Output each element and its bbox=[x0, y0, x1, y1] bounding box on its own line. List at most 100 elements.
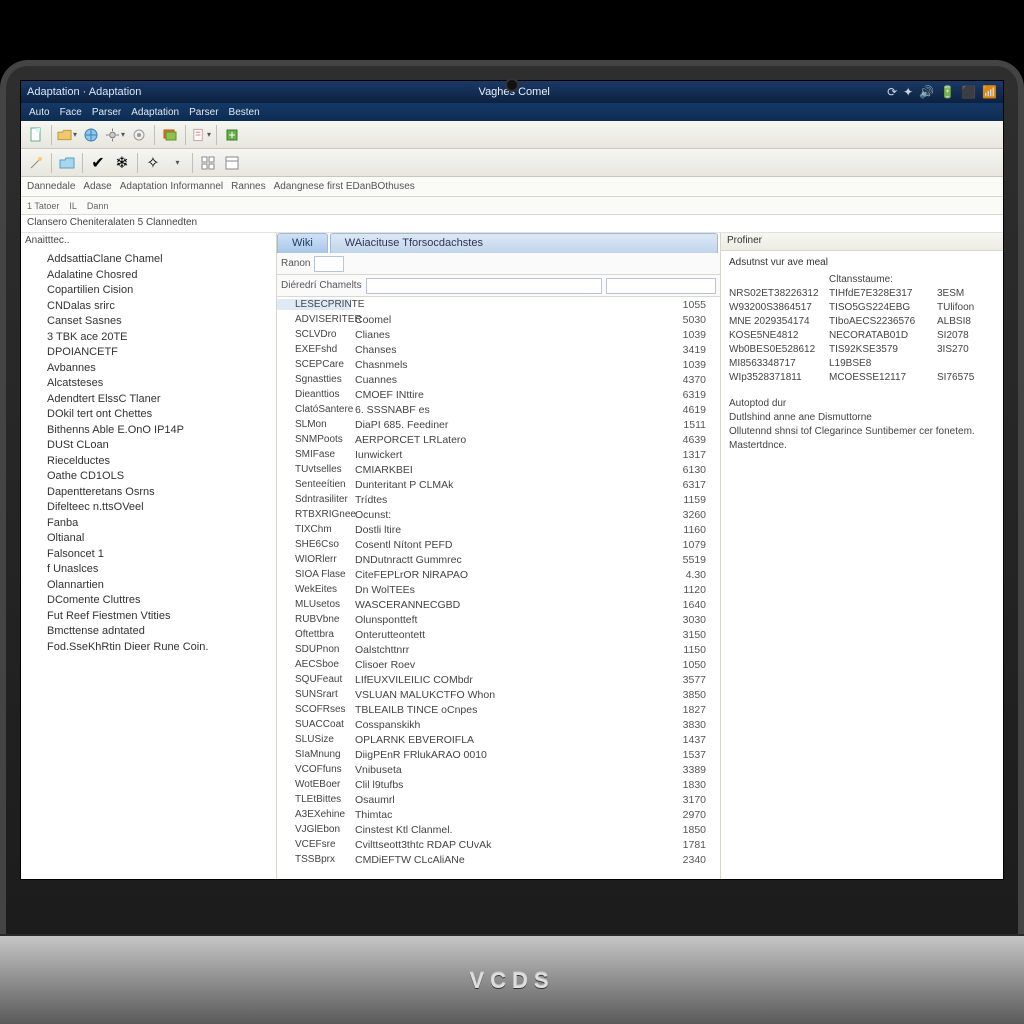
table-row[interactable]: AECSboeClisoer Roev1050 bbox=[277, 657, 720, 672]
table-row[interactable]: SdntrasiliterTrídtes1159 bbox=[277, 492, 720, 507]
export-icon[interactable] bbox=[221, 124, 243, 146]
dropdown-icon[interactable]: ▾ bbox=[166, 152, 188, 174]
table-row[interactable]: SLMonDiaPI 685. Feediner1511 bbox=[277, 417, 720, 432]
tree-item[interactable]: DComente Cluttres bbox=[47, 593, 268, 609]
table-row[interactable]: OftettbraOnterutteontett3150 bbox=[277, 627, 720, 642]
table-row[interactable]: DieanttiosCMOEF INttire6319 bbox=[277, 387, 720, 402]
table-row[interactable]: EXEFshdChanses3419 bbox=[277, 342, 720, 357]
table-row[interactable]: SMIFaseIunwickert1317 bbox=[277, 447, 720, 462]
tree-item[interactable]: Fut Reef Fiestmen Vtities bbox=[47, 609, 268, 625]
tree-item[interactable]: Avbannes bbox=[47, 361, 268, 377]
table-row[interactable]: ADVISERITERCoomel5030 bbox=[277, 312, 720, 327]
search-input[interactable] bbox=[366, 278, 602, 294]
wizard-icon[interactable] bbox=[25, 152, 47, 174]
snow-icon[interactable]: ❄ bbox=[111, 152, 133, 174]
table-row[interactable]: WIORlerrDNDutnractt Gummrec5519 bbox=[277, 552, 720, 567]
tray-icon[interactable]: 🔊 bbox=[919, 85, 934, 99]
table-row[interactable]: TIXChmDostli ltire1160 bbox=[277, 522, 720, 537]
document-icon[interactable]: ▾ bbox=[190, 124, 212, 146]
tree-item[interactable]: 3 TBK ace 20TE bbox=[47, 330, 268, 346]
tree-item[interactable]: AddsattiaClane Chamel bbox=[47, 252, 268, 268]
table-row[interactable]: SCLVDroClianes1039 bbox=[277, 327, 720, 342]
table-row[interactable]: SCOFRsesTBLEAILB TINCE oCnpes1827 bbox=[277, 702, 720, 717]
table-row[interactable]: SIaMnungDiigPEnR FRlukARAO 00101537 bbox=[277, 747, 720, 762]
table-row[interactable]: SDUPnonOalstchttnrr1150 bbox=[277, 642, 720, 657]
table-row[interactable]: SNMPootsAERPORCET LRLatero4639 bbox=[277, 432, 720, 447]
grid-icon[interactable] bbox=[197, 152, 219, 174]
menu-item[interactable]: Auto bbox=[29, 107, 50, 118]
tray-icon[interactable]: 🔋 bbox=[940, 85, 955, 99]
globe-icon[interactable] bbox=[80, 124, 102, 146]
table-row[interactable]: TLEtBittesOsaumrl3170 bbox=[277, 792, 720, 807]
subtab[interactable]: Rannes bbox=[231, 181, 265, 192]
tree-item[interactable]: Fanba bbox=[47, 516, 268, 532]
subtab[interactable]: 1 Tatoer bbox=[27, 201, 59, 211]
tray-icon[interactable]: 📶 bbox=[982, 85, 997, 99]
new-file-icon[interactable] bbox=[25, 124, 47, 146]
tree-item[interactable]: Falsoncet 1 bbox=[47, 547, 268, 563]
tree-item[interactable]: CNDalas srirc bbox=[47, 299, 268, 315]
table-row[interactable]: TUvtsellesCMIARKBEI6130 bbox=[277, 462, 720, 477]
folder-icon[interactable] bbox=[56, 152, 78, 174]
subtab[interactable]: Dann bbox=[87, 201, 109, 211]
table-row[interactable]: TSSBprxCMDiEFTW CLcAliANe2340 bbox=[277, 852, 720, 867]
subtab[interactable]: Adase bbox=[83, 181, 111, 192]
tab-secondary[interactable]: WAiacituse Tforsocdachstes bbox=[330, 233, 718, 253]
tab-wiki[interactable]: Wiki bbox=[277, 233, 328, 253]
tree-item[interactable]: Canset Sasnes bbox=[47, 314, 268, 330]
menu-item[interactable]: Adaptation bbox=[131, 107, 179, 118]
menu-item[interactable]: Parser bbox=[189, 107, 218, 118]
subtab[interactable]: IL bbox=[69, 201, 77, 211]
tree-item[interactable]: Difelteec n.ttsOVeel bbox=[47, 500, 268, 516]
tree-item[interactable]: DPOIANCETF bbox=[47, 345, 268, 361]
tray-icon[interactable]: ⟳ bbox=[887, 85, 897, 99]
tree-item[interactable]: Bithenns Able E.OnO IP14P bbox=[47, 423, 268, 439]
table-row[interactable]: WotEBoerClil l9tufbs1830 bbox=[277, 777, 720, 792]
table-row[interactable]: SQUFeautLIfEUXVILEILIC COMbdr3577 bbox=[277, 672, 720, 687]
tree-item[interactable]: DUSt CLoan bbox=[47, 438, 268, 454]
tree-item[interactable]: Oathe CD1OLS bbox=[47, 469, 268, 485]
subtab[interactable]: Dannedale bbox=[27, 181, 75, 192]
sparkle-icon[interactable]: ✧ bbox=[142, 152, 164, 174]
table-row[interactable]: SUACCoatCosspanskikh3830 bbox=[277, 717, 720, 732]
table-row[interactable]: SHE6CsoCosentl Nítont PEFD1079 bbox=[277, 537, 720, 552]
table-row[interactable]: SUNSrartVSLUAN MALUKCTFO Whon3850 bbox=[277, 687, 720, 702]
tree-item[interactable]: DOkil tert ont Chettes bbox=[47, 407, 268, 423]
tree-item[interactable]: Adalatine Chosred bbox=[47, 268, 268, 284]
tree-item[interactable]: Riecelductes bbox=[47, 454, 268, 470]
tree-item[interactable]: Adendtert ElssC Tlaner bbox=[47, 392, 268, 408]
table-row[interactable]: RUBVbneOlunspontteft3030 bbox=[277, 612, 720, 627]
tree-item[interactable]: f Unaslces bbox=[47, 562, 268, 578]
tree-item[interactable]: Olannartien bbox=[47, 578, 268, 594]
open-icon[interactable]: ▾ bbox=[56, 124, 78, 146]
tree-item[interactable]: Dapentteretans Osrns bbox=[47, 485, 268, 501]
tree-item[interactable]: Fod.SseKhRtin Dieer Rune Coin. bbox=[47, 640, 268, 656]
table-row[interactable]: RTBXRIGneeOcunst:3260 bbox=[277, 507, 720, 522]
table-row[interactable]: VCEFsreCvilttseott3thtc RDAP CUvAk1781 bbox=[277, 837, 720, 852]
table-row[interactable]: SenteeítienDunteritant P CLMAk6317 bbox=[277, 477, 720, 492]
menu-item[interactable]: Besten bbox=[229, 107, 260, 118]
tray-icon[interactable]: ⬛ bbox=[961, 85, 976, 99]
table-row[interactable]: VCOFfunsVnibuseta3389 bbox=[277, 762, 720, 777]
tree-item[interactable]: Oltianal bbox=[47, 531, 268, 547]
table-row[interactable]: A3EXehineThimtac2970 bbox=[277, 807, 720, 822]
tree-item[interactable]: Copartilien Cision bbox=[47, 283, 268, 299]
table-row[interactable]: SIOA FlaseCiteFEPLrOR NlRAPAO4.30 bbox=[277, 567, 720, 582]
check-icon[interactable]: ✔ bbox=[87, 152, 109, 174]
menu-item[interactable]: Face bbox=[60, 107, 82, 118]
table-row[interactable]: SLUSizeOPLARNK EBVEROIFLA1437 bbox=[277, 732, 720, 747]
layout-icon[interactable] bbox=[221, 152, 243, 174]
filter-input-small[interactable] bbox=[314, 256, 344, 272]
table-row[interactable]: LESECPRINTE1055 bbox=[277, 297, 720, 312]
table-row[interactable]: ClatóSantere6. SSSNABF es4619 bbox=[277, 402, 720, 417]
table-row[interactable]: WekEitesDn WolTEEs1120 bbox=[277, 582, 720, 597]
table-row[interactable]: SCEPCareChasnmels1039 bbox=[277, 357, 720, 372]
tray-icon[interactable]: ✦ bbox=[903, 85, 913, 99]
table-row[interactable]: SgnasttiesCuannes4370 bbox=[277, 372, 720, 387]
table-row[interactable]: VJGlEbonCinstest Ktl Clanmel.1850 bbox=[277, 822, 720, 837]
stack-icon[interactable] bbox=[159, 124, 181, 146]
filter-input-2[interactable] bbox=[606, 278, 716, 294]
settings-icon[interactable] bbox=[128, 124, 150, 146]
menu-item[interactable]: Parser bbox=[92, 107, 121, 118]
subtab[interactable]: Adaptation Informannel bbox=[120, 181, 223, 192]
